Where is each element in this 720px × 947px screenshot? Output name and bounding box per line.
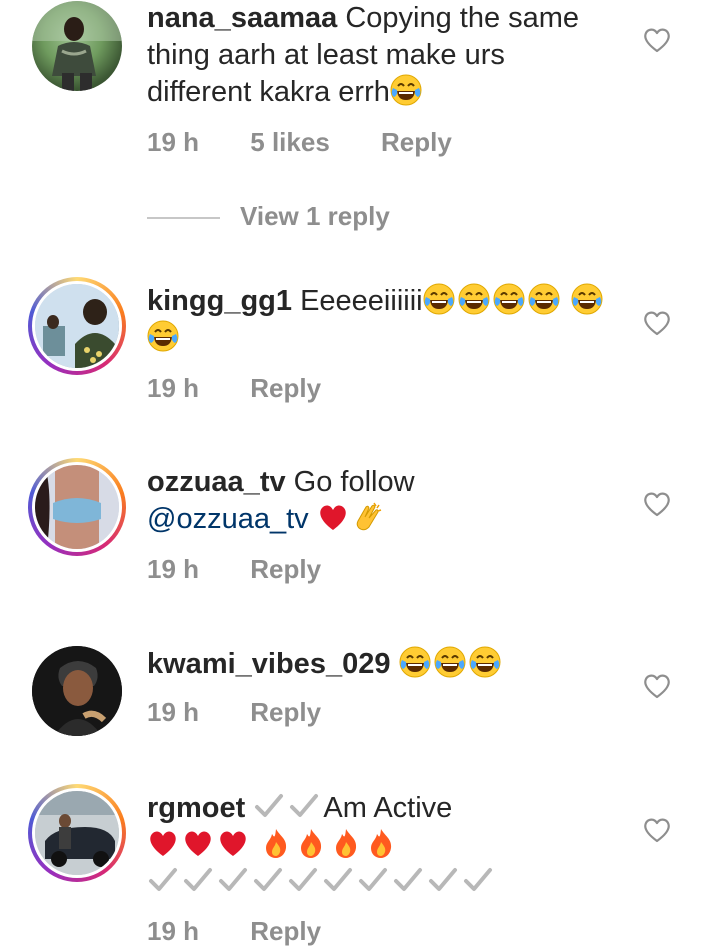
laughing-tears-icon [434, 646, 466, 678]
avatar-3[interactable] [28, 458, 126, 556]
comment-meta-5: 19 h Reply [147, 916, 321, 947]
check-icon [182, 864, 214, 896]
comment-username[interactable]: kingg_gg1 [147, 285, 292, 317]
check-icon [217, 864, 249, 896]
avatar-image [32, 646, 122, 736]
check-icon [322, 864, 354, 896]
comment-meta-1: 19 h 5 likes Reply [147, 127, 452, 158]
fire-icon [365, 827, 397, 859]
fire-icon [330, 827, 362, 859]
laughing-tears-icon [423, 283, 455, 315]
check-icon [253, 790, 285, 822]
like-heart-icon[interactable] [642, 490, 672, 518]
avatar-5[interactable] [28, 784, 126, 882]
comment-meta-2: 19 h Reply [147, 373, 321, 404]
comment-username[interactable]: ozzuaa_tv [147, 466, 286, 498]
comment-time: 19 h [147, 554, 200, 584]
avatar-image [35, 284, 119, 368]
mention-link[interactable]: @ozzuaa_tv [147, 503, 309, 535]
avatar-image [35, 465, 119, 549]
laughing-tears-icon [469, 646, 501, 678]
check-icon [147, 864, 179, 896]
red-heart-icon [217, 827, 249, 859]
clapping-hands-icon [352, 501, 384, 533]
comment-text-3: ozzuaa_tv Go follow @ozzuaa_tv [147, 464, 607, 538]
fire-icon [295, 827, 327, 859]
laughing-tears-icon [458, 283, 490, 315]
check-icon [287, 864, 319, 896]
red-heart-icon [182, 827, 214, 859]
laughing-tears-icon [390, 74, 422, 106]
check-icon [357, 864, 389, 896]
fire-icon [260, 827, 292, 859]
avatar-2[interactable] [28, 277, 126, 375]
comment-likes[interactable]: 5 likes [250, 127, 330, 158]
comment-text-4: kwami_vibes_029 [147, 646, 607, 683]
comment-text-1: nana_saamaa Copying the same thing aarh … [147, 0, 607, 111]
view-replies[interactable]: View 1 reply [147, 201, 390, 232]
check-icon [392, 864, 424, 896]
comment-meta-4: 19 h Reply [147, 697, 321, 728]
avatar-image [35, 791, 119, 875]
comment-text-2: kingg_gg1 Eeeeeiiiiii [147, 283, 607, 357]
check-icon [462, 864, 494, 896]
comment-time: 19 h [147, 373, 200, 403]
comment-username[interactable]: kwami_vibes_029 [147, 648, 390, 680]
view-replies-line [147, 217, 220, 220]
comment-time: 19 h [147, 697, 200, 727]
view-replies-label[interactable]: View 1 reply [240, 201, 390, 231]
laughing-tears-icon [399, 646, 431, 678]
like-heart-icon[interactable] [642, 26, 672, 54]
reply-button[interactable]: Reply [381, 127, 452, 158]
reply-button[interactable]: Reply [250, 916, 321, 947]
avatar-image [32, 1, 122, 91]
comment-body: Am Active [323, 792, 453, 824]
reply-button[interactable]: Reply [250, 697, 321, 728]
comment-meta-3: 19 h Reply [147, 554, 321, 585]
comment-body: Go follow [293, 466, 415, 498]
check-icon [288, 790, 320, 822]
comment-time: 19 h [147, 127, 200, 157]
like-heart-icon[interactable] [642, 672, 672, 700]
like-heart-icon[interactable] [642, 309, 672, 337]
red-heart-icon [147, 827, 179, 859]
check-icon [427, 864, 459, 896]
comment-username[interactable]: rgmoet [147, 792, 245, 824]
avatar-4[interactable] [28, 640, 126, 738]
reply-button[interactable]: Reply [250, 373, 321, 404]
comment-body: Eeeeeiiiiii [300, 285, 423, 317]
check-icon [252, 864, 284, 896]
comment-text-5: rgmoet Am Active [147, 790, 607, 901]
red-heart-icon [317, 501, 349, 533]
comment-username[interactable]: nana_saamaa [147, 2, 337, 34]
laughing-tears-icon [571, 283, 603, 315]
reply-button[interactable]: Reply [250, 554, 321, 585]
avatar-1[interactable] [28, 0, 126, 98]
like-heart-icon[interactable] [642, 816, 672, 844]
comment-time: 19 h [147, 916, 200, 946]
laughing-tears-icon [528, 283, 560, 315]
laughing-tears-icon [493, 283, 525, 315]
laughing-tears-icon [147, 320, 179, 352]
